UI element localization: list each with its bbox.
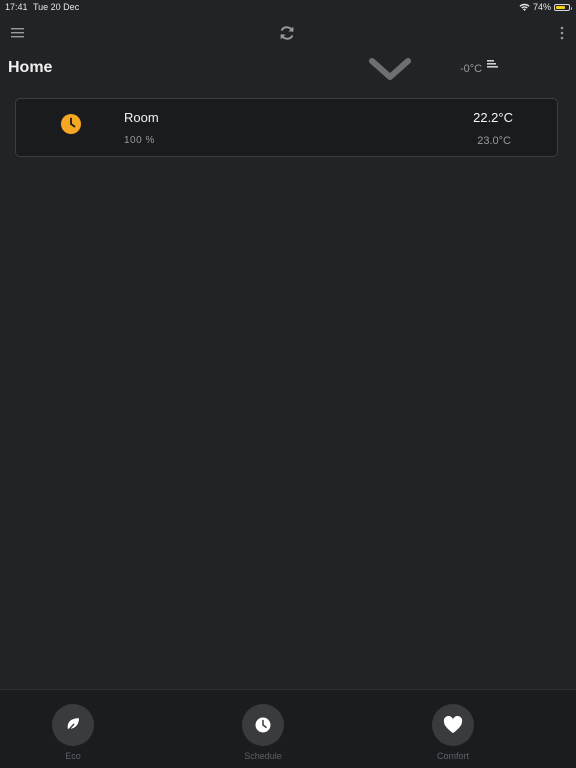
battery-fill [556,5,565,9]
wifi-icon [519,3,530,11]
menu-icon[interactable] [11,27,25,39]
status-bar: 17:41 Tue 20 Dec 74% [0,0,576,16]
room-name: Room [124,110,159,125]
mode-bar: Eco Schedule Comfort [0,689,576,768]
refresh-icon[interactable] [278,24,296,42]
battery-percent: 74% [532,2,551,12]
eco-mode-label: Eco [65,751,81,761]
comfort-mode-button[interactable]: Comfort [413,704,493,766]
page-title: Home [8,59,53,76]
room-target-temperature: 23.0°C [477,135,511,147]
outside-temperature: -0°C [460,63,483,75]
room-card[interactable]: Room 100 % 22.2°C 23.0°C [15,98,558,157]
schedule-mode-button[interactable]: Schedule [223,704,303,766]
eco-mode-circle[interactable] [52,704,94,746]
more-vertical-icon[interactable] [560,26,564,40]
status-indicators: 74% [519,2,572,12]
app-screen: 17:41 Tue 20 Dec 74% Home -0°C Room 100 … [0,0,576,768]
status-time: 17:41 [5,2,28,12]
schedule-mode-label: Schedule [244,751,282,761]
battery-icon [554,3,572,11]
top-nav [0,20,576,48]
room-valve-percent: 100 % [124,135,155,146]
leaf-icon [66,718,79,733]
schedule-mode-circle[interactable] [242,704,284,746]
clock-icon [61,114,81,134]
chevron-down-icon[interactable] [368,56,412,82]
status-date: Tue 20 Dec [33,2,80,12]
clock-icon [255,717,271,733]
eco-mode-button[interactable]: Eco [33,704,113,766]
comfort-mode-label: Comfort [436,751,469,761]
room-current-temperature: 22.2°C [473,110,513,125]
comfort-mode-circle[interactable] [432,704,474,746]
stacked-lines-icon [487,60,498,68]
heart-icon [443,716,463,734]
